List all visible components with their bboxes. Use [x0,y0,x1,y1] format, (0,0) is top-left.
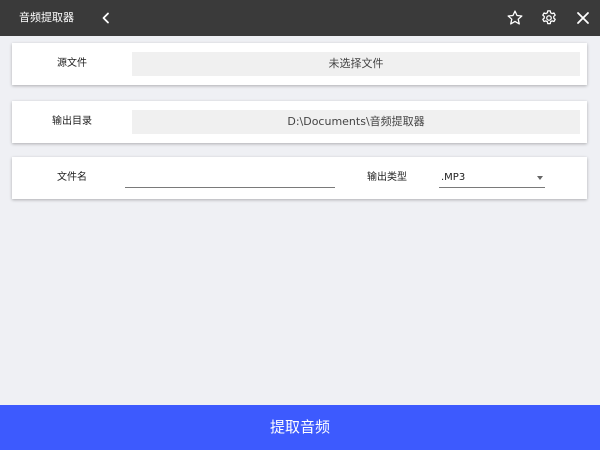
extract-audio-button[interactable]: 提取音频 [0,405,600,450]
close-icon [577,12,589,24]
output-type-select[interactable]: .MP3 [439,168,545,188]
star-icon [507,10,523,25]
output-type-label: 输出类型 [367,172,407,183]
close-button[interactable] [571,6,595,30]
file-name-input[interactable] [125,168,335,188]
title-bar: 音频提取器 [0,0,600,36]
dropdown-arrow-icon [537,176,543,180]
app-title: 音频提取器 [19,11,74,24]
source-file-picker[interactable]: 未选择文件 [132,52,580,76]
gear-icon [542,10,556,25]
output-directory-picker[interactable]: D:\Documents\音频提取器 [132,110,580,134]
source-file-card: 源文件 未选择文件 [12,43,587,85]
chevron-left-icon [102,12,109,24]
favorite-button[interactable] [503,6,527,30]
file-name-label: 文件名 [57,172,87,183]
output-directory-label: 输出目录 [52,116,92,127]
output-type-value: .MP3 [441,172,466,183]
settings-button[interactable] [537,6,561,30]
output-directory-card: 输出目录 D:\Documents\音频提取器 [12,101,587,143]
back-button[interactable] [94,6,118,30]
audio-extractor-window: 音频提取器 源文件 未选择文件 输出目录 D:\Documents\音频提取器 … [0,0,600,450]
source-file-label: 源文件 [57,58,87,69]
file-options-card: 文件名 输出类型 .MP3 [12,157,587,199]
